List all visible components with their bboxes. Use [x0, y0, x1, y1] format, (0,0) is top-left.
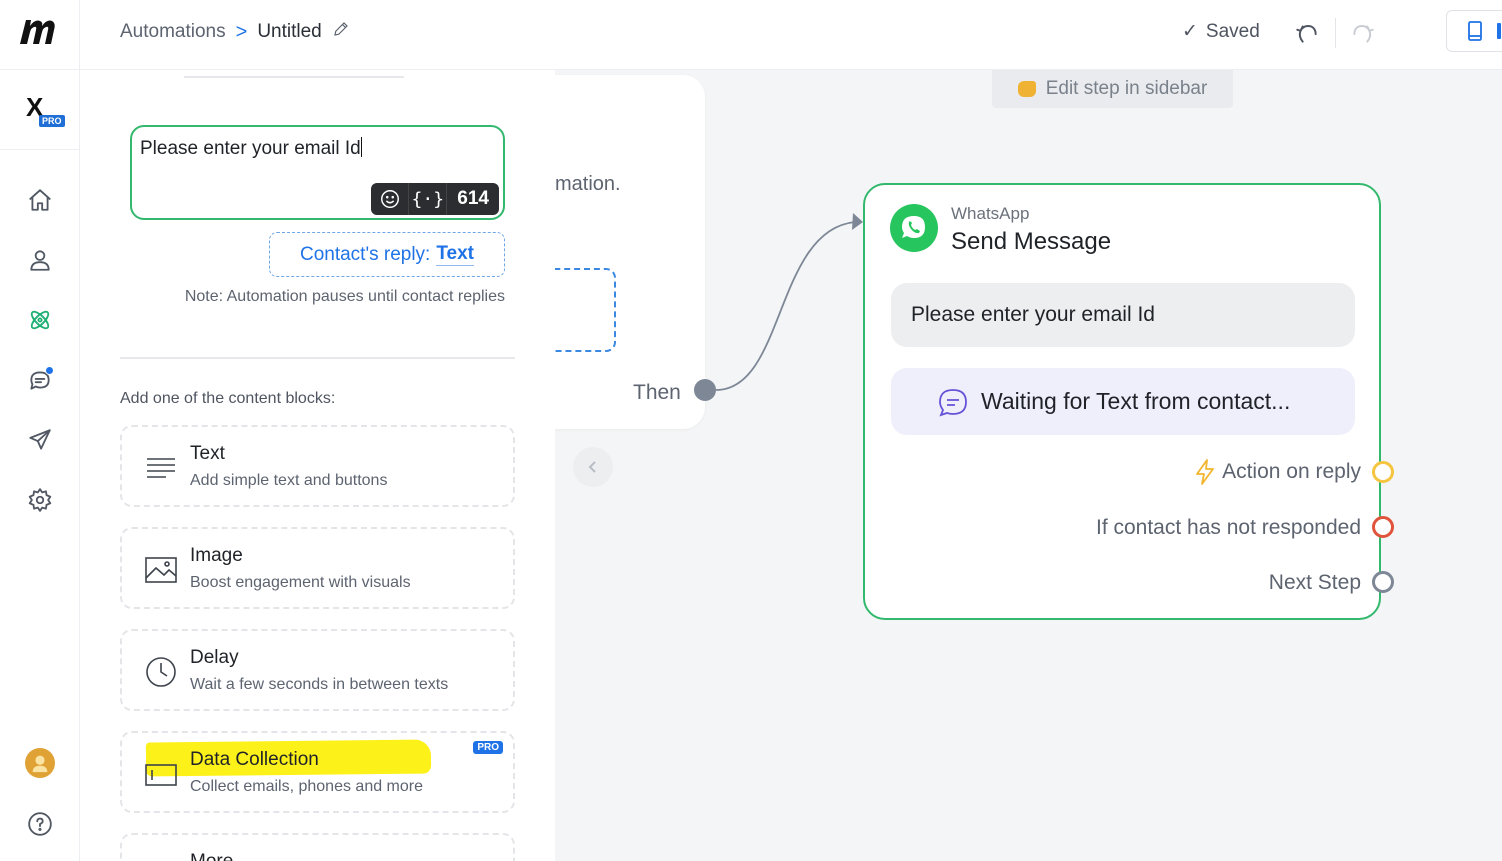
collapse-sidebar-button[interactable] — [573, 447, 613, 487]
send-icon[interactable] — [24, 424, 56, 456]
notification-dot — [45, 366, 54, 375]
next-step-port[interactable] — [1372, 571, 1394, 593]
edit-title-pencil-icon[interactable] — [332, 20, 350, 44]
hint-text: Edit step in sidebar — [1045, 78, 1208, 99]
block-title: More — [190, 851, 233, 861]
not-responded-port[interactable] — [1372, 516, 1394, 538]
pause-note: Note: Automation pauses until contact re… — [184, 288, 505, 305]
then-label: Then — [633, 381, 681, 404]
whatsapp-send-message-node[interactable]: WhatsApp Send Message Please enter your … — [863, 183, 1394, 620]
block-subtitle: Wait a few seconds in between texts — [190, 676, 449, 693]
clock-icon — [144, 655, 178, 689]
app-logo[interactable] — [18, 16, 62, 48]
node-message-preview: Please enter your email Id — [891, 283, 1355, 347]
card-dashed-slot[interactable] — [555, 268, 616, 352]
node-channel: WhatsApp — [951, 204, 1030, 223]
block-title: Image — [190, 545, 243, 566]
reply-prefix: Contact's reply: — [299, 243, 431, 265]
block-data-collection[interactable]: Data Collection Collect emails, phones a… — [120, 731, 515, 813]
toolbar-divider — [1335, 18, 1336, 48]
route-next-step[interactable]: Next Step — [1269, 571, 1361, 595]
block-title: Text — [190, 443, 225, 464]
route-label: Action on reply — [1222, 460, 1361, 483]
route-label: If contact has not responded — [1095, 516, 1361, 539]
pointing-hand-icon — [1017, 81, 1036, 97]
block-image[interactable]: Image Boost engagement with visuals — [120, 527, 515, 609]
saved-label: Saved — [1205, 20, 1260, 42]
settings-icon[interactable] — [24, 484, 56, 516]
contact-reply-type-selector[interactable]: Contact's reply: Text — [269, 232, 505, 277]
variable-braces-icon[interactable]: {·} — [409, 183, 448, 215]
route-not-responded[interactable]: If contact has not responded — [1096, 516, 1361, 540]
workspace-brand[interactable]: X PRO — [24, 92, 70, 132]
message-text-input[interactable]: Please enter your email Id {·} 614 — [130, 125, 505, 220]
check-icon: ✓ — [1182, 21, 1198, 42]
block-subtitle: Collect emails, phones and more — [190, 778, 424, 795]
top-bar: Automations > Untitled ✓ Saved — [80, 0, 1502, 70]
redo-button[interactable] — [1348, 18, 1378, 48]
breadcrumb: Automations > Untitled — [120, 20, 350, 44]
content-blocks-heading: Add one of the content blocks: — [120, 390, 336, 407]
automations-icon[interactable] — [24, 304, 56, 336]
pro-badge: PRO — [473, 741, 503, 754]
preview-label-edge — [1497, 23, 1501, 39]
block-title: Data Collection — [190, 749, 319, 770]
phone-icon — [1468, 21, 1482, 41]
route-action-on-reply[interactable]: Action on reply — [1194, 459, 1361, 485]
lightning-icon — [1196, 459, 1214, 485]
node-title: Send Message — [951, 228, 1112, 255]
breadcrumb-automations[interactable]: Automations — [120, 21, 226, 43]
step-editor-sidebar: Please enter your email Id {·} 614 Conta… — [80, 70, 555, 861]
save-status: ✓ Saved — [1182, 20, 1260, 43]
then-connector-port[interactable] — [694, 379, 716, 401]
block-delay[interactable]: Delay Wait a few seconds in between text… — [120, 629, 515, 711]
block-subtitle: Boost engagement with visuals — [190, 574, 411, 591]
chat-bubble-icon — [939, 388, 967, 416]
block-title: Delay — [190, 647, 239, 668]
undo-button[interactable] — [1292, 18, 1322, 48]
help-icon[interactable] — [24, 808, 56, 840]
route-label: Next Step — [1268, 571, 1361, 594]
chevron-right-icon: > — [235, 20, 248, 43]
waiting-text: Waiting for Text from contact... — [981, 388, 1291, 414]
whatsapp-icon — [890, 204, 938, 252]
text-lines-icon — [144, 451, 178, 485]
panel-divider — [120, 357, 515, 359]
preview-button[interactable] — [1446, 10, 1502, 52]
chat-icon[interactable] — [24, 364, 56, 396]
node-waiting-status: Waiting for Text from contact... — [891, 368, 1355, 435]
character-counter: 614 — [457, 188, 489, 209]
text-caret — [360, 137, 362, 157]
input-toolbar: {·} 614 — [371, 183, 499, 215]
avatar[interactable] — [25, 748, 55, 778]
edit-step-hint: Edit step in sidebar — [992, 70, 1233, 108]
home-icon[interactable] — [24, 184, 56, 216]
left-rail: X PRO — [0, 0, 80, 861]
contacts-icon[interactable] — [24, 244, 56, 276]
emoji-icon[interactable] — [371, 183, 410, 215]
page-title: Untitled — [257, 21, 322, 42]
rail-divider — [0, 149, 80, 150]
reply-type: Text — [436, 243, 475, 266]
block-more[interactable]: More — [120, 833, 515, 861]
previous-step-card[interactable]: mation. Then — [555, 75, 705, 429]
block-text[interactable]: Text Add simple text and buttons — [120, 425, 515, 507]
image-icon — [144, 553, 178, 587]
rail-divider — [0, 69, 80, 70]
panel-divider — [184, 76, 404, 78]
action-on-reply-port[interactable] — [1372, 461, 1394, 483]
block-subtitle: Add simple text and buttons — [190, 472, 388, 489]
card-text-fragment: mation. — [555, 173, 621, 195]
pro-badge: PRO — [39, 115, 65, 127]
input-field-icon — [144, 757, 178, 791]
flow-canvas[interactable]: Edit step in sidebar mation. Then WhatsA… — [555, 70, 1502, 861]
message-text: Please enter your email Id — [140, 138, 361, 159]
